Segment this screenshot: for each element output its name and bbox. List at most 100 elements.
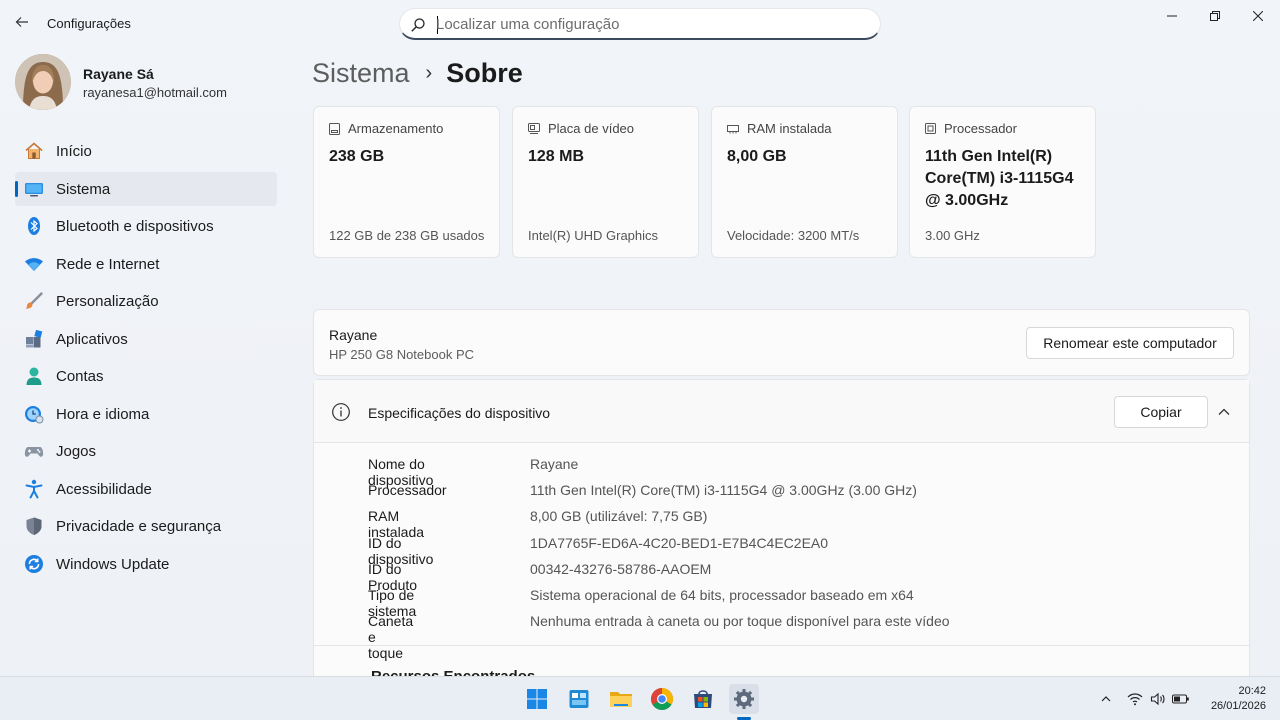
maximize-button[interactable] xyxy=(1193,4,1237,28)
taskbar-clock[interactable]: 20:42 26/01/2026 xyxy=(1198,684,1266,714)
microsoft-store-icon xyxy=(694,690,712,708)
profile-name: Rayane Sá xyxy=(83,66,154,82)
sidebar-item-label: Sistema xyxy=(56,180,111,198)
sidebar-item-inicio[interactable]: Início xyxy=(15,134,277,168)
card-cpu[interactable]: Processador 11th Gen Intel(R) Core(TM) i… xyxy=(909,106,1096,258)
sidebar-item-bluetooth[interactable]: Bluetooth e dispositivos xyxy=(15,209,277,243)
shield-icon xyxy=(24,516,44,536)
update-icon xyxy=(24,554,44,574)
card-value: 128 MB xyxy=(528,148,585,165)
taskbar-widgets[interactable] xyxy=(564,684,594,714)
card-value: 8,00 GB xyxy=(727,148,787,165)
sidebar-nav: Início Sistema Bluetooth e dispositivos … xyxy=(15,134,277,584)
tray-battery[interactable] xyxy=(1172,690,1190,708)
sidebar-item-windows-update[interactable]: Windows Update xyxy=(15,547,277,581)
brush-icon xyxy=(24,291,44,311)
back-button[interactable] xyxy=(10,10,34,34)
chevron-up-icon[interactable] xyxy=(1217,405,1231,419)
sidebar-item-label: Contas xyxy=(56,368,104,385)
gamepad-icon xyxy=(24,441,44,461)
wifi-icon xyxy=(24,254,44,274)
breadcrumb-separator: › xyxy=(425,61,433,84)
spec-value: Rayane xyxy=(530,456,579,472)
sidebar-item-label: Personalização xyxy=(56,293,159,310)
user-profile[interactable]: Rayane Sá rayanesa1@hotmail.com xyxy=(15,54,285,114)
spec-label: Processador xyxy=(368,482,447,499)
tray-volume[interactable] xyxy=(1149,690,1167,708)
taskbar: 20:42 26/01/2026 xyxy=(0,676,1280,720)
device-specs-panel: Especificações do dispositivo Copiar Nom… xyxy=(313,379,1250,676)
card-value: 238 GB xyxy=(329,148,385,165)
search-box[interactable] xyxy=(399,8,881,40)
sidebar-item-rede[interactable]: Rede e Internet xyxy=(15,247,277,281)
sidebar-item-aplicativos[interactable]: Aplicativos xyxy=(15,322,277,356)
ram-icon xyxy=(727,124,739,133)
taskbar-settings[interactable] xyxy=(729,684,759,714)
taskbar-chrome[interactable] xyxy=(647,684,677,714)
sidebar-item-jogos[interactable]: Jogos xyxy=(15,434,277,468)
spec-value: 8,00 GB (utilizável: 7,75 GB) xyxy=(530,508,708,525)
accessibility-icon xyxy=(24,479,44,499)
gpu-icon xyxy=(528,123,540,134)
close-icon xyxy=(1253,11,1263,21)
tray-network[interactable] xyxy=(1126,690,1144,708)
sidebar-item-acessibilidade[interactable]: Acessibilidade xyxy=(15,472,277,506)
minimize-icon xyxy=(1167,15,1177,17)
taskbar-start[interactable] xyxy=(522,684,552,714)
sidebar-item-label: Privacidade e segurança xyxy=(56,518,222,535)
card-title: Armazenamento xyxy=(348,121,444,136)
sidebar-item-label: Windows Update xyxy=(56,555,170,573)
sidebar-item-contas[interactable]: Contas xyxy=(15,359,277,393)
avatar-image xyxy=(15,54,71,110)
related-section-title: Recursos Encontrados xyxy=(371,668,535,676)
device-name-card: Rayane HP 250 G8 Notebook PC Renomear es… xyxy=(313,309,1250,376)
device-name: Rayane xyxy=(329,327,378,343)
sidebar-item-label: Hora e idioma xyxy=(56,405,150,423)
spec-value: Nenhuma entrada à caneta ou por toque di… xyxy=(530,613,950,630)
search-icon xyxy=(411,18,425,32)
card-storage[interactable]: Armazenamento 238 GB 122 GB de 238 GB us… xyxy=(313,106,500,258)
person-icon xyxy=(24,366,44,386)
storage-icon xyxy=(329,122,340,135)
sidebar-item-privacidade[interactable]: Privacidade e segurança xyxy=(15,509,277,543)
search-input[interactable] xyxy=(436,14,866,34)
monitor-icon xyxy=(24,179,44,199)
sidebar-item-label: Acessibilidade xyxy=(56,480,152,498)
taskbar-microsoft-store[interactable] xyxy=(688,684,718,714)
card-gpu[interactable]: Placa de vídeo 128 MB Intel(R) UHD Graph… xyxy=(512,106,699,258)
avatar xyxy=(15,54,71,110)
card-subtitle: Intel(R) UHD Graphics xyxy=(528,228,659,243)
breadcrumb-parent[interactable]: Sistema xyxy=(312,58,410,89)
profile-email: rayanesa1@hotmail.com xyxy=(83,85,227,100)
tray-overflow-button[interactable] xyxy=(1097,690,1115,708)
spec-value: Sistema operacional de 64 bits, processa… xyxy=(530,586,914,603)
close-button[interactable] xyxy=(1236,4,1280,28)
device-specs-header[interactable]: Especificações do dispositivo Copiar xyxy=(314,380,1249,443)
cpu-icon xyxy=(925,123,936,134)
bluetooth-icon xyxy=(24,216,44,236)
rename-computer-button[interactable]: Renomear este computador xyxy=(1026,327,1234,359)
settings-gear-icon xyxy=(734,689,754,709)
sidebar-item-personalizacao[interactable]: Personalização xyxy=(15,284,277,318)
copy-button[interactable]: Copiar xyxy=(1114,396,1208,428)
sidebar-item-hora-idioma[interactable]: Hora e idioma xyxy=(15,397,277,431)
card-subtitle: Velocidade: 3200 MT/s xyxy=(727,228,860,243)
taskbar-file-explorer[interactable] xyxy=(606,684,636,714)
card-title: RAM instalada xyxy=(747,121,832,136)
card-ram[interactable]: RAM instalada 8,00 GB Velocidade: 3200 M… xyxy=(711,106,898,258)
title-bar: Configurações xyxy=(0,0,1280,48)
card-value: 11th Gen Intel(R) Core(TM) i3-1115G4 @ 3… xyxy=(925,148,1074,209)
sidebar-item-label: Bluetooth e dispositivos xyxy=(56,218,214,235)
divider xyxy=(314,645,1249,646)
minimize-button[interactable] xyxy=(1150,4,1194,28)
sidebar-item-label: Jogos xyxy=(56,443,97,460)
home-icon xyxy=(24,141,44,161)
back-arrow-icon xyxy=(15,17,28,27)
device-model: HP 250 G8 Notebook PC xyxy=(329,347,475,362)
app-title: Configurações xyxy=(47,16,131,31)
card-title: Placa de vídeo xyxy=(548,121,635,136)
chrome-icon xyxy=(651,688,673,710)
clock-globe-icon xyxy=(24,404,44,424)
sidebar-item-sistema[interactable]: Sistema xyxy=(15,171,277,206)
chevron-up-icon xyxy=(1101,696,1111,702)
